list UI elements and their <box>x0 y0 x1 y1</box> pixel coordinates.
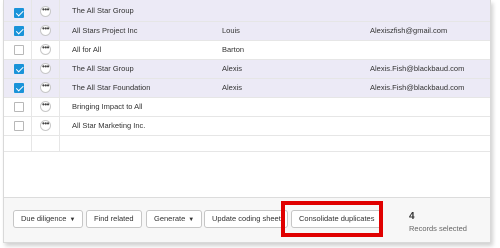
org-name: The All Star Foundation <box>72 83 151 92</box>
row-actions-cell: ••• <box>31 60 60 78</box>
more-options-icon[interactable]: ••• <box>40 44 51 55</box>
grid-empty-space <box>4 152 490 197</box>
chevron-down-icon: ▼ <box>69 217 76 223</box>
table-row[interactable]: ••• The All Star Group Alexis Alexis.Fis… <box>4 60 490 79</box>
table-row-empty <box>4 136 490 152</box>
row-select-cell <box>4 79 32 97</box>
row-checkbox[interactable] <box>14 83 24 93</box>
row-checkbox[interactable] <box>14 64 24 74</box>
row-select-cell <box>4 136 32 152</box>
first-name: Alexis <box>222 83 243 92</box>
email: Alexis.Fish@blackbaud.com <box>370 64 465 73</box>
first-name: Barton <box>222 45 245 54</box>
first-name: Louis <box>222 26 240 35</box>
row-checkbox[interactable] <box>14 26 24 36</box>
row-checkbox[interactable] <box>14 121 24 131</box>
org-name: All for All <box>72 45 102 54</box>
update-coding-sheet-label: Update coding sheet <box>212 214 281 223</box>
org-name: The All Star Group <box>72 6 134 15</box>
find-related-button[interactable]: Find related <box>86 210 142 228</box>
due-diligence-label: Due diligence <box>21 214 67 223</box>
generate-dropdown[interactable]: Generate ▼ <box>146 210 203 228</box>
more-options-icon[interactable]: ••• <box>40 63 51 74</box>
row-select-cell <box>4 22 32 40</box>
find-related-label: Find related <box>94 214 134 223</box>
row-actions-cell <box>31 136 60 152</box>
row-select-cell <box>4 60 32 78</box>
selected-count-label: Records selected <box>409 224 467 233</box>
row-select-cell <box>4 117 32 135</box>
email: Alexiszfish@gmail.com <box>370 26 448 35</box>
row-select-cell <box>4 98 32 116</box>
due-diligence-dropdown[interactable]: Due diligence ▼ <box>13 210 84 228</box>
org-name: The All Star Group <box>72 64 134 73</box>
selected-count: 4 <box>409 211 415 222</box>
table-row[interactable]: ••• All Star Marketing Inc. <box>4 117 490 136</box>
chevron-down-icon: ▼ <box>188 217 195 223</box>
first-name: Alexis <box>222 64 243 73</box>
highlight-box <box>281 201 383 237</box>
records-grid-panel: ••• The All Star Group ••• All Stars Pro… <box>3 0 491 243</box>
generate-label: Generate <box>154 214 186 223</box>
more-options-icon[interactable]: ••• <box>40 120 51 131</box>
row-actions-cell: ••• <box>31 79 60 97</box>
email: Alexis.Fish@blackbaud.com <box>370 83 465 92</box>
more-options-icon[interactable]: ••• <box>40 6 51 17</box>
row-actions-cell: ••• <box>31 98 60 116</box>
update-coding-sheet-button[interactable]: Update coding sheet <box>204 210 288 228</box>
more-options-icon[interactable]: ••• <box>40 82 51 93</box>
table-row[interactable]: ••• The All Star Foundation Alexis Alexi… <box>4 79 490 98</box>
row-select-cell <box>4 41 32 59</box>
table-row[interactable]: ••• All for All Barton <box>4 41 490 60</box>
org-name: Bringing Impact to All <box>72 102 143 111</box>
org-name: All Stars Project Inc <box>72 26 138 35</box>
row-actions-cell: ••• <box>31 22 60 40</box>
row-checkbox[interactable] <box>14 8 24 18</box>
table-row[interactable]: ••• All Stars Project Inc Louis Alexiszf… <box>4 22 490 41</box>
table-row[interactable]: ••• Bringing Impact to All <box>4 98 490 117</box>
more-options-icon[interactable]: ••• <box>40 101 51 112</box>
row-actions-cell: ••• <box>31 0 60 22</box>
row-select-cell <box>4 0 32 22</box>
row-actions-cell: ••• <box>31 117 60 135</box>
row-actions-cell: ••• <box>31 41 60 59</box>
org-name: All Star Marketing Inc. <box>72 121 146 130</box>
row-checkbox[interactable] <box>14 45 24 55</box>
row-checkbox[interactable] <box>14 102 24 112</box>
table-row[interactable]: ••• The All Star Group <box>4 0 490 22</box>
more-options-icon[interactable]: ••• <box>40 25 51 36</box>
action-bar: Due diligence ▼ Find related Generate ▼ Up… <box>4 197 490 242</box>
